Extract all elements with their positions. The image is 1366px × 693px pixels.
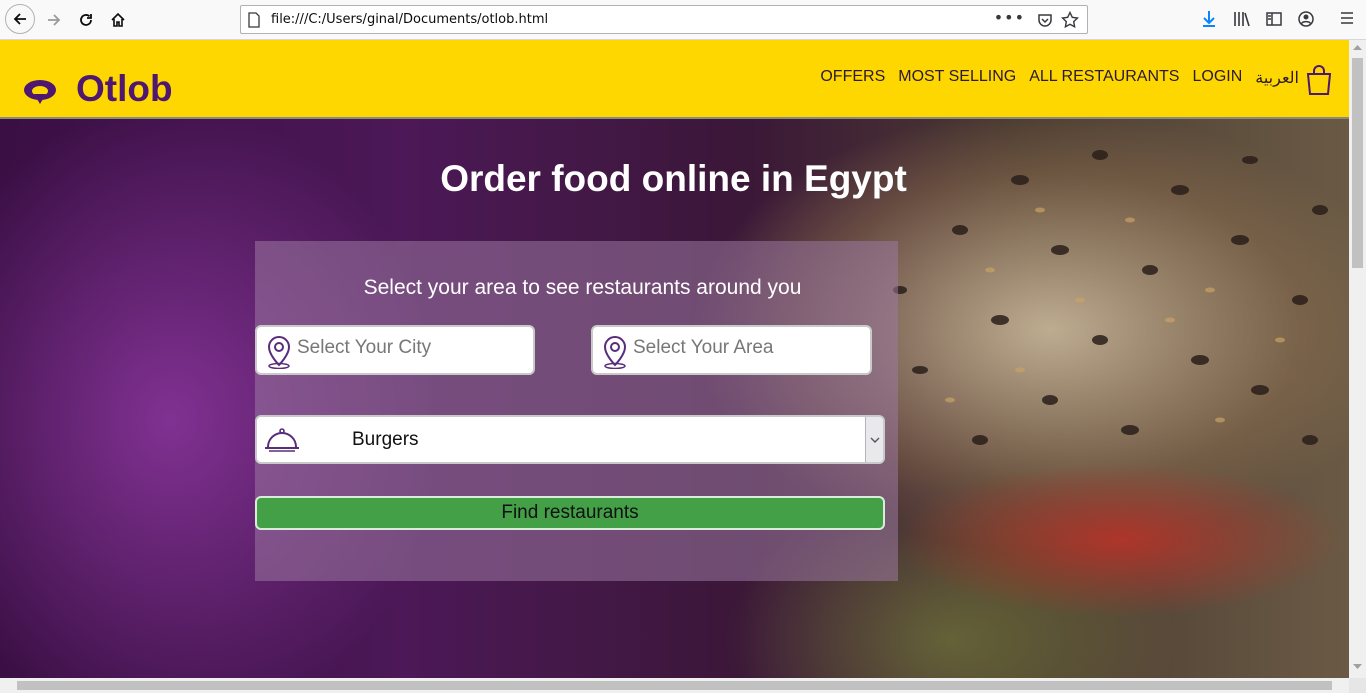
- reload-icon: [80, 14, 92, 26]
- forward-button[interactable]: [40, 6, 68, 34]
- page-icon: [248, 12, 260, 28]
- area-field[interactable]: [591, 325, 872, 375]
- find-restaurants-button[interactable]: Find restaurants: [255, 496, 885, 530]
- site-logo-text[interactable]: Otlob: [76, 68, 173, 110]
- scroll-down-icon[interactable]: [1353, 664, 1362, 670]
- nav-all-restaurants[interactable]: ALL RESTAURANTS: [1029, 68, 1179, 88]
- hero-title-text: Order food online in Egypt: [440, 158, 907, 199]
- shopping-bag-icon[interactable]: [1305, 64, 1333, 96]
- scroll-up-icon[interactable]: [1353, 44, 1362, 50]
- nav-login[interactable]: LOGIN: [1192, 68, 1242, 88]
- cuisine-select[interactable]: Burgers: [255, 415, 885, 464]
- vertical-scroll-thumb[interactable]: [1352, 58, 1363, 268]
- pocket-icon[interactable]: [1037, 12, 1053, 28]
- vertical-scrollbar[interactable]: [1349, 40, 1366, 678]
- browser-toolbar: file:///C:/Users/ginal/Documents/otlob.h…: [0, 0, 1366, 40]
- main-navigation: OFFERS MOST SELLING ALL RESTAURANTS LOGI…: [820, 68, 1299, 88]
- page-actions-button[interactable]: •••: [994, 8, 1025, 27]
- hamburger-menu-icon[interactable]: [1339, 10, 1355, 26]
- home-button[interactable]: [104, 6, 132, 34]
- page-viewport: Otlob OFFERS MOST SELLING ALL RESTAURANT…: [0, 40, 1349, 678]
- cuisine-selected-value: Burgers: [352, 429, 419, 450]
- horizontal-scrollbar[interactable]: [0, 678, 1349, 693]
- city-field[interactable]: [255, 325, 535, 375]
- food-cloche-icon: [265, 428, 299, 452]
- nav-arabic-language[interactable]: العربية: [1255, 68, 1299, 88]
- back-button[interactable]: [5, 4, 35, 34]
- horizontal-scroll-thumb[interactable]: [17, 681, 1332, 690]
- site-header: Otlob OFFERS MOST SELLING ALL RESTAURANT…: [0, 40, 1349, 119]
- download-icon[interactable]: [1201, 10, 1217, 28]
- search-panel-heading: Select your area to see restaurants arou…: [363, 276, 802, 299]
- sidebar-icon[interactable]: [1265, 10, 1283, 28]
- otlob-logo-icon[interactable]: [16, 70, 64, 112]
- location-pin-icon: [603, 335, 627, 369]
- hero-title: Order food online in Egypt: [0, 158, 1349, 200]
- select-dropdown-toggle[interactable]: [865, 417, 883, 462]
- city-input[interactable]: [297, 337, 517, 359]
- forward-arrow-icon: [48, 14, 61, 26]
- bookmark-star-icon[interactable]: [1061, 11, 1079, 29]
- nav-most-selling[interactable]: MOST SELLING: [898, 68, 1016, 88]
- nav-offers[interactable]: OFFERS: [820, 68, 885, 88]
- url-text[interactable]: file:///C:/Users/ginal/Documents/otlob.h…: [271, 12, 548, 27]
- account-icon[interactable]: [1297, 10, 1315, 28]
- url-bar[interactable]: file:///C:/Users/ginal/Documents/otlob.h…: [240, 5, 1088, 34]
- chevron-down-icon: [870, 437, 879, 443]
- scrollbar-corner: [1349, 678, 1366, 693]
- location-pin-icon: [267, 335, 291, 369]
- area-input[interactable]: [633, 337, 853, 359]
- search-panel: Select your area to see restaurants arou…: [255, 241, 898, 581]
- library-icon[interactable]: [1233, 10, 1251, 28]
- back-arrow-icon: [13, 13, 26, 25]
- reload-button[interactable]: [72, 6, 100, 34]
- home-icon: [111, 12, 125, 27]
